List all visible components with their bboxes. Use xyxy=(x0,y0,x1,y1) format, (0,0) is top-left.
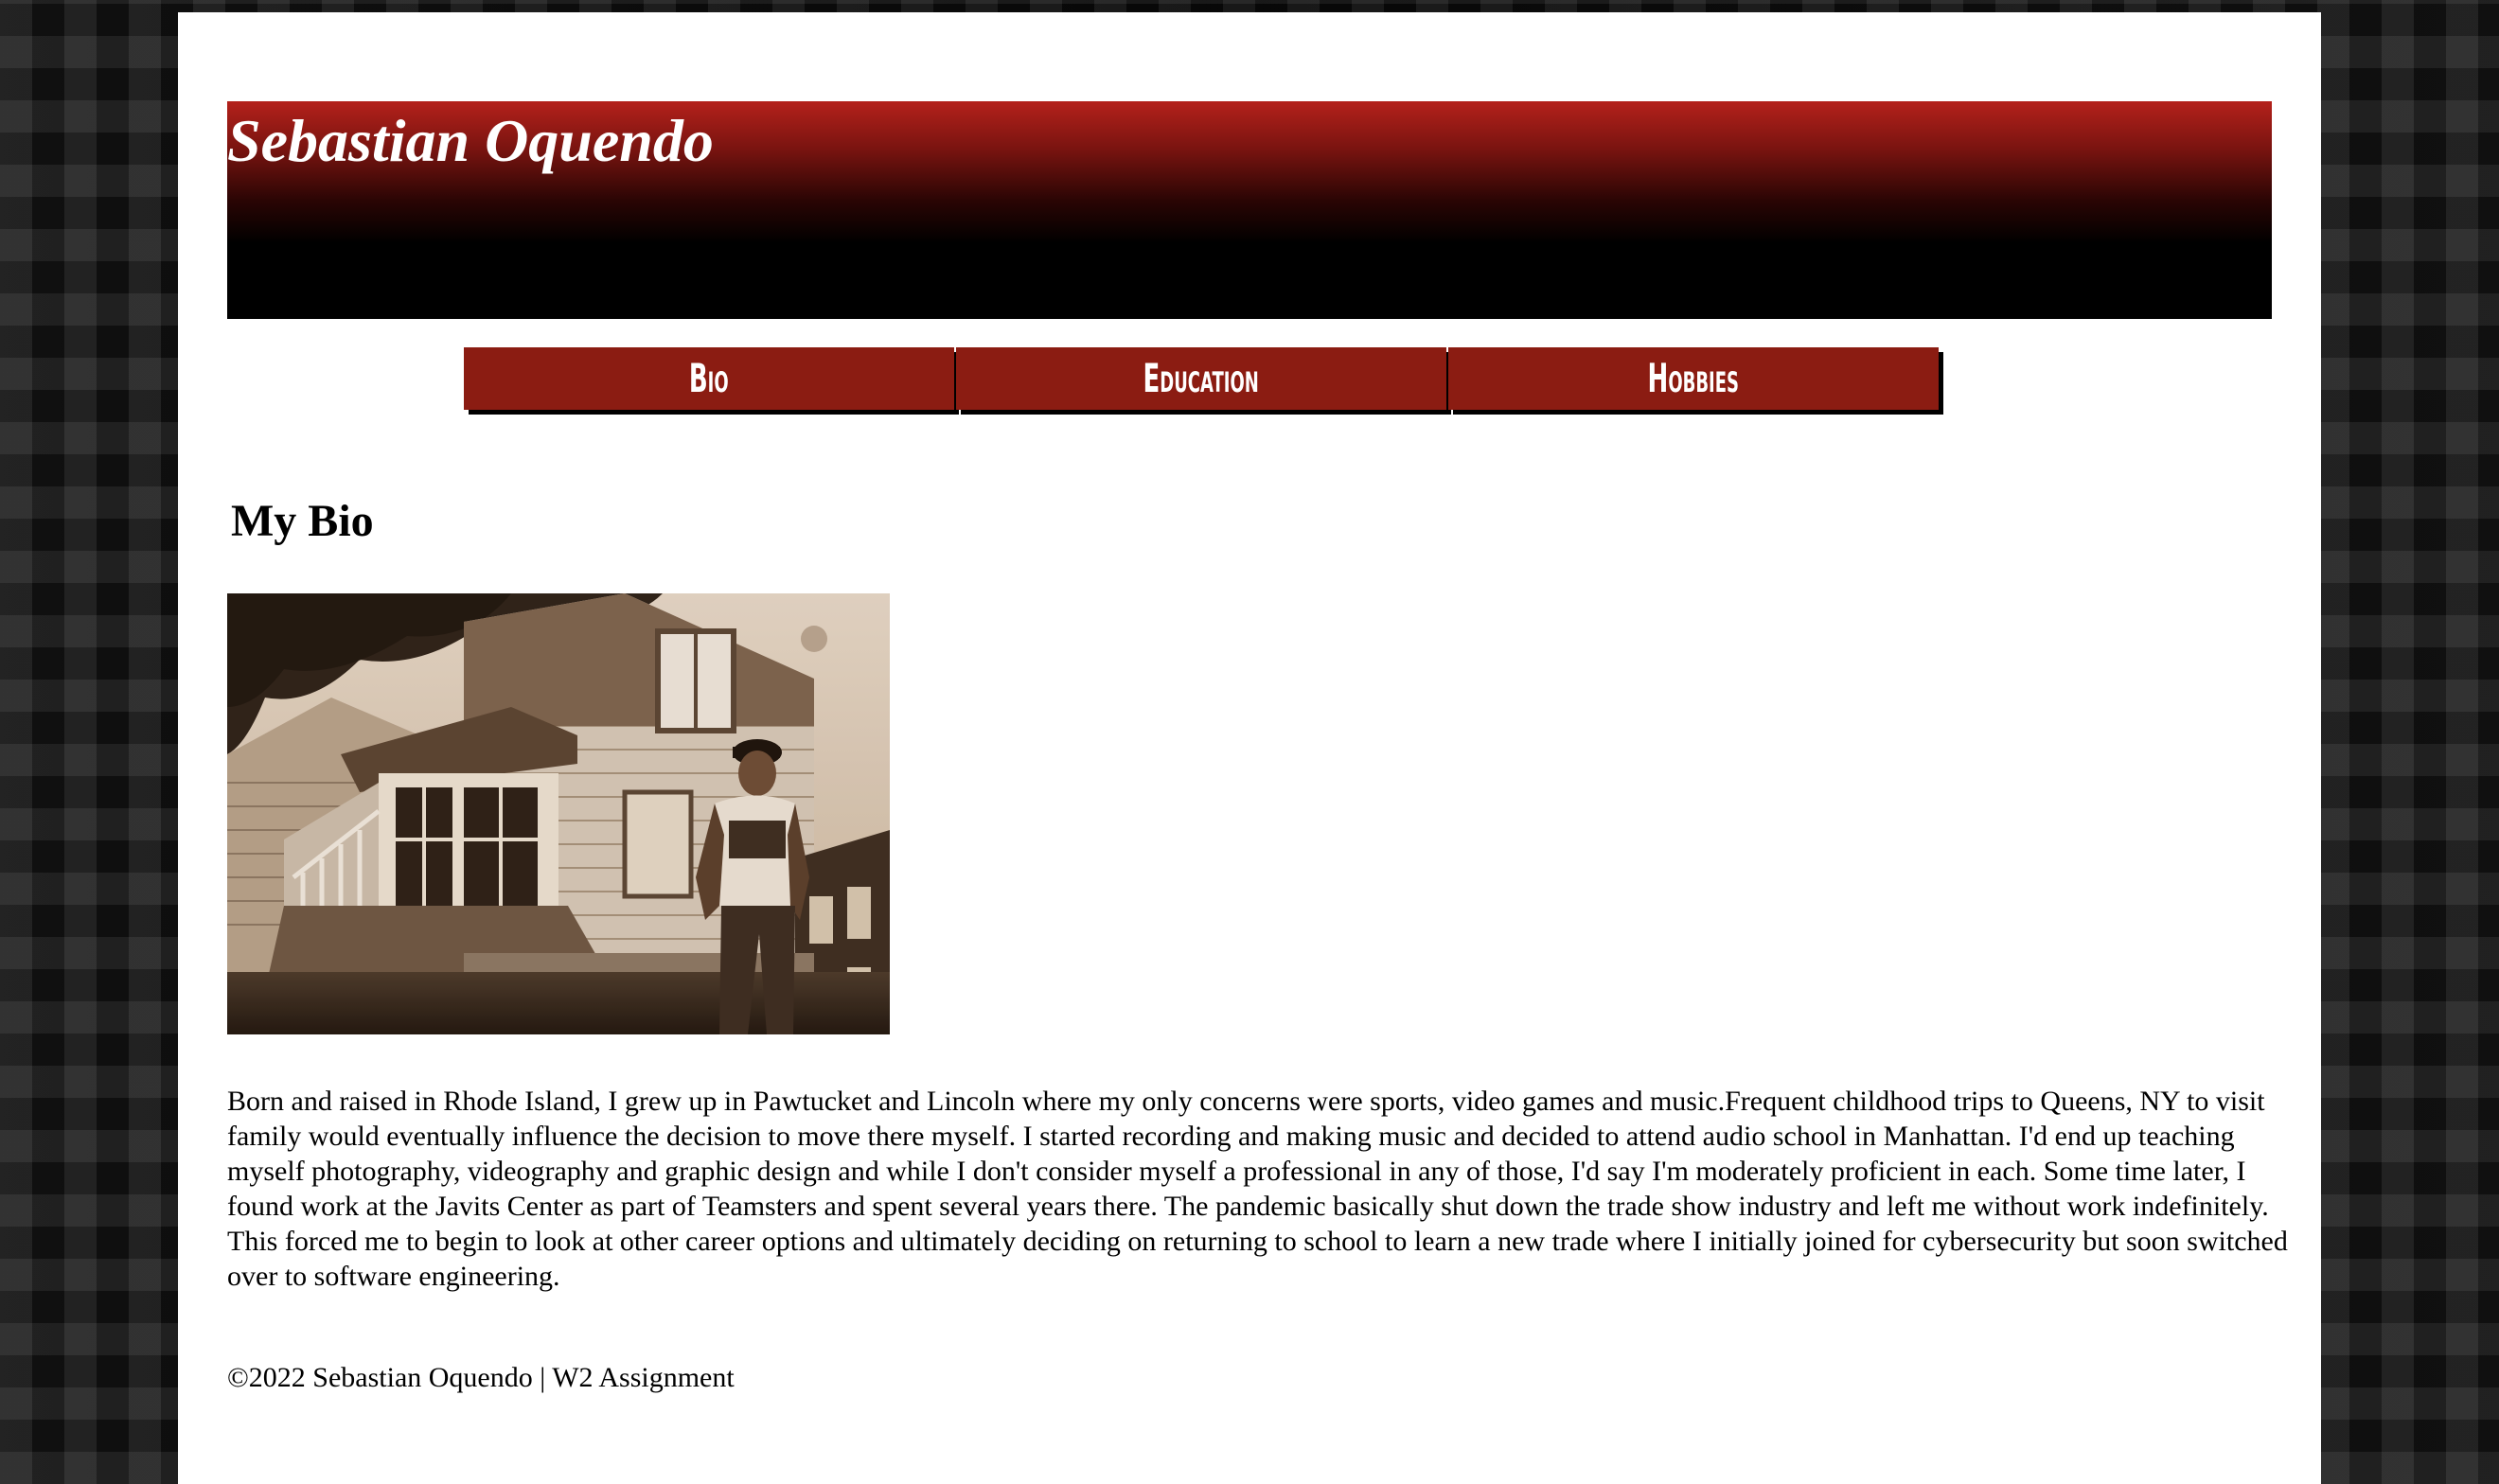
footer-copyright: ©2022 Sebastian Oquendo | W2 Assignment xyxy=(227,1362,735,1393)
nav-item-education[interactable]: Education xyxy=(956,347,1446,410)
nav-item-label: Education xyxy=(1143,355,1260,401)
bio-paragraph: Born and raised in Rhode Island, I grew … xyxy=(227,1086,2288,1292)
photo-illustration xyxy=(227,593,890,1034)
site-title: Sebastian Oquendo xyxy=(227,107,714,174)
nav-item-bio[interactable]: Bio xyxy=(464,347,954,410)
nav-item-label: Hobbies xyxy=(1647,355,1740,401)
page-heading: My Bio xyxy=(231,496,374,546)
page-container: Sebastian Oquendo Bio Education Hobbies … xyxy=(178,12,2321,1484)
nav-item-label: Bio xyxy=(689,355,729,401)
nav-item-hobbies[interactable]: Hobbies xyxy=(1448,347,1939,410)
header-banner: Sebastian Oquendo xyxy=(227,101,2272,319)
portrait-photo xyxy=(227,593,890,1034)
main-nav: Bio Education Hobbies xyxy=(464,347,1946,415)
